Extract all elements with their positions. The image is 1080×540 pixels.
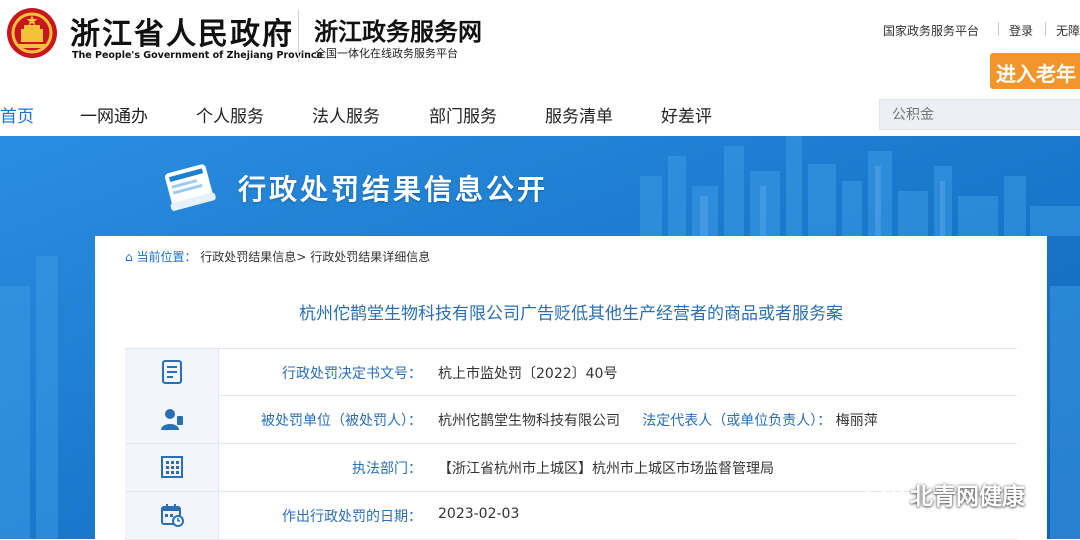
decision-number-value: 杭上市监处罚〔2022〕40号 bbox=[438, 366, 618, 382]
login-link[interactable]: 登录 bbox=[1009, 22, 1033, 39]
nav-item-personal-services[interactable]: 个人服务 bbox=[196, 102, 264, 127]
nav-item-service-list[interactable]: 服务清单 bbox=[545, 102, 613, 127]
row-icon-cell bbox=[125, 396, 219, 443]
toplink-divider bbox=[1045, 22, 1046, 36]
calendar-icon bbox=[161, 504, 184, 527]
toplink-divider bbox=[998, 22, 999, 36]
service-portal-title[interactable]: 浙江政务服务网 bbox=[314, 12, 482, 47]
penalty-date-label: 作出行政处罚的日期： bbox=[282, 509, 422, 525]
wechat-icon bbox=[866, 477, 906, 506]
national-emblem-icon[interactable] bbox=[6, 7, 58, 59]
site-header: 浙江省人民政府 The People's Government of Zheji… bbox=[0, 0, 1080, 90]
table-row: 行政处罚决定书文号： 杭上市监处罚〔2022〕40号 bbox=[125, 348, 1017, 396]
nav-item-service-rating[interactable]: 好差评 bbox=[661, 102, 712, 127]
banner-title: 行政处罚结果信息公开 bbox=[238, 173, 549, 206]
main-navigation: 首页 一网通办 个人服务 法人服务 部门服务 服务清单 好差评 bbox=[0, 90, 1080, 136]
enforcement-department-label: 执法部门： bbox=[352, 461, 422, 477]
book-icon bbox=[164, 164, 216, 211]
breadcrumb-item-penalty-detail: 行政处罚结果详细信息 bbox=[310, 250, 431, 264]
decision-number-label: 行政处罚决定书文号： bbox=[282, 366, 422, 382]
breadcrumb-item-penalty-results[interactable]: 行政处罚结果信息 bbox=[200, 250, 296, 264]
government-brand-title[interactable]: 浙江省人民政府 bbox=[70, 9, 294, 53]
search-input[interactable] bbox=[888, 104, 1078, 126]
case-info-table: 行政处罚决定书文号： 杭上市监处罚〔2022〕40号 被处罚单位（被处罚人）： … bbox=[125, 348, 1017, 540]
watermark-text: 北青网健康 bbox=[910, 484, 1025, 510]
penalty-date-value: 2023-02-03 bbox=[438, 506, 520, 522]
table-row: 被处罚单位（被处罚人）： 杭州佗鹊堂生物科技有限公司 法定代表人（或单位负责人）… bbox=[125, 396, 1017, 444]
nav-item-legal-entity-services[interactable]: 法人服务 bbox=[312, 102, 380, 127]
elderly-mode-button[interactable]: 进入老年 bbox=[990, 53, 1080, 89]
service-portal-subtitle: 全国一体化在线政务服务平台 bbox=[315, 47, 458, 60]
breadcrumb: ⌂ 当前位置： 行政处罚结果信息> 行政处罚结果详细信息 bbox=[125, 248, 430, 265]
home-icon[interactable]: ⌂ bbox=[125, 250, 133, 264]
accessibility-link[interactable]: 无障 bbox=[1056, 22, 1080, 39]
nav-item-department-services[interactable]: 部门服务 bbox=[429, 102, 497, 127]
legal-representative-label: 法定代表人（或单位负责人）： bbox=[642, 413, 832, 429]
government-brand-english: The People's Government of Zhejiang Prov… bbox=[72, 50, 323, 61]
document-icon bbox=[162, 360, 182, 384]
person-icon bbox=[161, 409, 183, 430]
row-icon-cell bbox=[125, 444, 219, 491]
search-box bbox=[879, 99, 1080, 130]
nav-item-one-stop[interactable]: 一网通办 bbox=[80, 102, 148, 127]
nav-item-home[interactable]: 首页 bbox=[0, 102, 34, 127]
row-icon-cell bbox=[125, 349, 219, 396]
row-icon-cell bbox=[125, 492, 219, 539]
penalized-entity-label: 被处罚单位（被处罚人）： bbox=[261, 413, 422, 429]
breadcrumb-prefix: 当前位置： bbox=[136, 250, 197, 264]
building-icon bbox=[161, 456, 183, 478]
case-title: 杭州佗鹊堂生物科技有限公司广告贬低其他生产经营者的商品或者服务案 bbox=[299, 304, 843, 324]
breadcrumb-separator: > bbox=[296, 250, 307, 264]
national-platform-link[interactable]: 国家政务服务平台 bbox=[883, 22, 979, 39]
penalized-entity-name: 杭州佗鹊堂生物科技有限公司 bbox=[438, 413, 620, 429]
legal-representative-value: 梅丽萍 bbox=[835, 413, 878, 429]
enforcement-department-value: 【浙江省杭州市上城区】杭州市上城区市场监督管理局 bbox=[438, 461, 774, 477]
brand-divider bbox=[298, 10, 299, 62]
penalized-entity-value: 杭州佗鹊堂生物科技有限公司 法定代表人（或单位负责人）： 梅丽萍 bbox=[438, 410, 878, 430]
